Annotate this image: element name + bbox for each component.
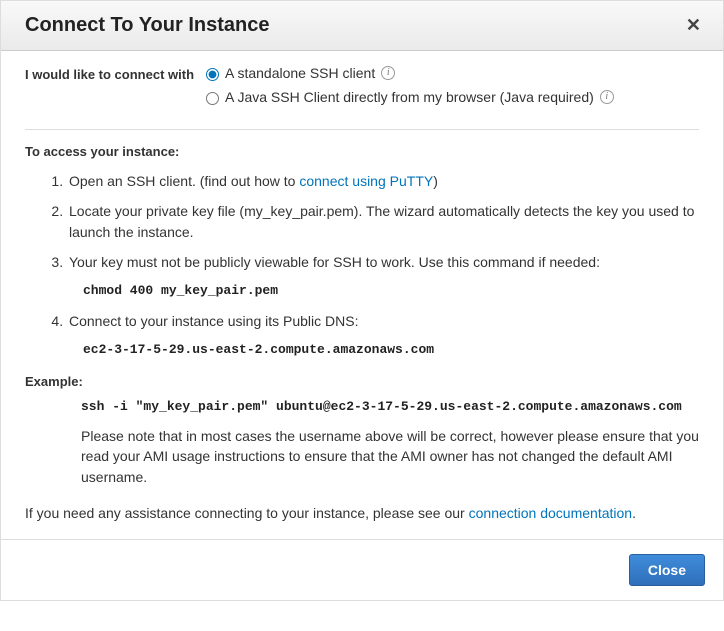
connect-method-label: I would like to connect with — [25, 65, 201, 82]
example-note: Please note that in most cases the usern… — [81, 426, 699, 487]
ssh-example-code: ssh -i "my_key_pair.pem" ubuntu@ec2-3-17… — [81, 399, 699, 414]
radio-java-ssh-label: A Java SSH Client directly from my brows… — [225, 89, 594, 105]
radio-standalone-ssh[interactable]: A standalone SSH client i — [201, 65, 699, 81]
dialog-content: I would like to connect with A standalon… — [1, 51, 723, 523]
step-2: Locate your private key file (my_key_pai… — [67, 201, 699, 242]
step-4: Connect to your instance using its Publi… — [67, 311, 699, 360]
dns-code: ec2-3-17-5-29.us-east-2.compute.amazonaw… — [83, 341, 699, 360]
close-button[interactable]: Close — [629, 554, 705, 586]
example-block: ssh -i "my_key_pair.pem" ubuntu@ec2-3-17… — [81, 399, 699, 414]
step-1: Open an SSH client. (find out how to con… — [67, 171, 699, 191]
example-heading: Example: — [25, 374, 699, 389]
assistance-text-a: If you need any assistance connecting to… — [25, 505, 469, 521]
step-3-text: Your key must not be publicly viewable f… — [69, 254, 600, 270]
close-icon[interactable]: ✕ — [682, 11, 705, 40]
info-icon[interactable]: i — [381, 66, 395, 80]
radio-standalone-ssh-input[interactable] — [206, 68, 219, 81]
radio-java-ssh[interactable]: A Java SSH Client directly from my brows… — [201, 89, 699, 105]
step-3: Your key must not be publicly viewable f… — [67, 252, 699, 301]
putty-link[interactable]: connect using PuTTY — [299, 173, 433, 189]
connect-dialog: Connect To Your Instance ✕ I would like … — [0, 0, 724, 601]
radio-java-ssh-input[interactable] — [206, 92, 219, 105]
assistance-text: If you need any assistance connecting to… — [25, 503, 699, 523]
connection-docs-link[interactable]: connection documentation — [469, 505, 632, 521]
step-1-text-b: ) — [433, 173, 438, 189]
steps-list: Open an SSH client. (find out how to con… — [25, 171, 699, 360]
connect-method-options: A standalone SSH client i A Java SSH Cli… — [201, 65, 699, 113]
divider — [25, 129, 699, 130]
chmod-code: chmod 400 my_key_pair.pem — [83, 282, 699, 301]
assistance-text-b: . — [632, 505, 636, 521]
dialog-header: Connect To Your Instance ✕ — [1, 1, 723, 51]
info-icon[interactable]: i — [600, 90, 614, 104]
step-4-text: Connect to your instance using its Publi… — [69, 313, 358, 329]
step-1-text-a: Open an SSH client. (find out how to — [69, 173, 299, 189]
connect-method-row: I would like to connect with A standalon… — [25, 65, 699, 125]
access-heading: To access your instance: — [25, 144, 699, 159]
radio-standalone-ssh-label: A standalone SSH client — [225, 65, 375, 81]
dialog-title: Connect To Your Instance — [25, 14, 269, 37]
button-bar: Close — [1, 539, 723, 600]
